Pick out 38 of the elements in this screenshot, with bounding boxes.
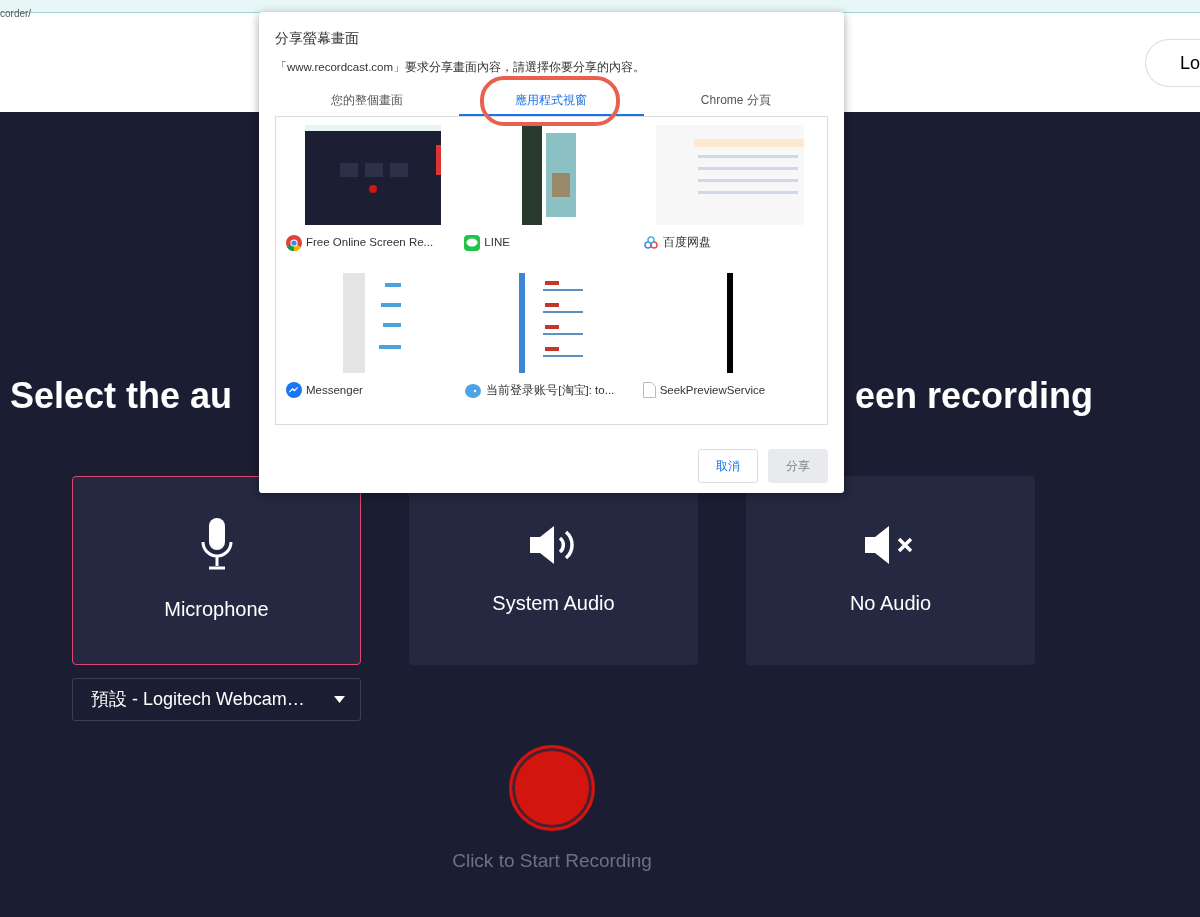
window-title: Messenger bbox=[306, 382, 363, 398]
address-bar-text: corder/ bbox=[0, 8, 32, 20]
window-option[interactable]: Messenger bbox=[284, 270, 463, 419]
chat-app-icon bbox=[464, 234, 481, 251]
caret-icon bbox=[334, 696, 345, 703]
audio-source-card[interactable]: No Audio bbox=[746, 476, 1035, 665]
page-heading: een recording bbox=[854, 374, 1093, 418]
window-option[interactable]: 当前登录账号[淘宝]: to... bbox=[462, 270, 641, 419]
document-icon bbox=[642, 382, 656, 399]
dialog-message: 「www.recordcast.com」要求分享畫面內容，請選擇你要分享的內容。 bbox=[275, 60, 647, 75]
microphone-icon bbox=[199, 517, 234, 572]
login-button[interactable]: Lo bbox=[1144, 38, 1200, 87]
window-title: 当前登录账号[淘宝]: to... bbox=[486, 382, 615, 398]
window-title: 百度网盘 bbox=[662, 235, 711, 251]
device-dropdown[interactable]: 預設 - Logitech Webcam… bbox=[72, 678, 361, 721]
bubble-icon bbox=[464, 382, 483, 399]
record-hint: Click to Start Recording bbox=[451, 849, 653, 873]
dialog-tab[interactable]: 您的整個畫面 bbox=[275, 86, 460, 117]
audio-source-label: System Audio bbox=[492, 590, 615, 616]
window-option[interactable]: 百度网盘 bbox=[640, 123, 819, 271]
window-title: LINE bbox=[484, 235, 510, 251]
dialog-tab[interactable]: Chrome 分頁 bbox=[643, 86, 828, 117]
audio-source-label: Microphone bbox=[164, 596, 269, 622]
window-option[interactable]: Free Online Screen Re... bbox=[284, 123, 463, 271]
browser-icon bbox=[286, 234, 302, 251]
page-heading: Select the au bbox=[10, 374, 233, 418]
window-title: SeekPreviewService bbox=[659, 382, 766, 398]
device-value: 預設 - Logitech Webcam… bbox=[91, 688, 305, 711]
cloud-icon bbox=[642, 234, 659, 251]
dialog-tab[interactable]: 應用程式視窗 bbox=[459, 86, 644, 117]
window-option[interactable]: SeekPreviewService bbox=[640, 270, 819, 419]
dialog-title: 分享螢幕畫面 bbox=[275, 29, 360, 48]
cancel-button[interactable]: 取消 bbox=[698, 449, 758, 484]
audio-source-card[interactable]: Microphone bbox=[72, 476, 361, 665]
window-title: Free Online Screen Re... bbox=[306, 235, 434, 251]
messenger-icon bbox=[286, 382, 302, 399]
window-option[interactable]: LINE bbox=[462, 123, 641, 271]
audio-source-label: No Audio bbox=[849, 590, 932, 616]
